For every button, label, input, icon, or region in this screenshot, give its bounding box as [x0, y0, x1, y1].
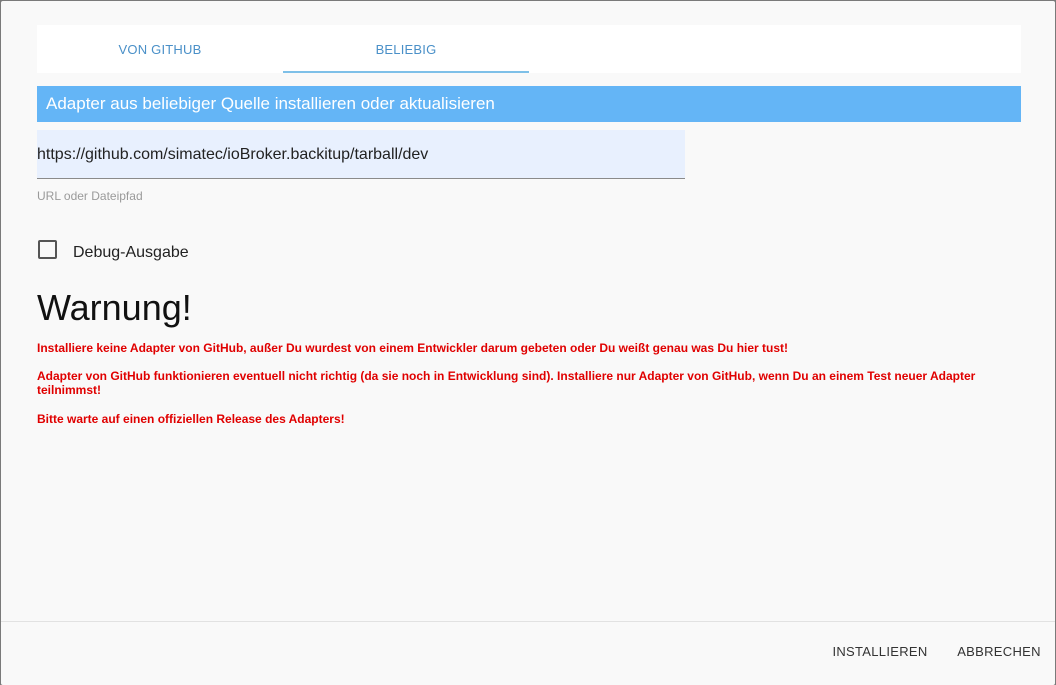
install-dialog: VON GITHUB BELIEBIG Adapter aus beliebig… — [1, 1, 1055, 685]
warning-text-2: Adapter von GitHub funktionieren eventue… — [37, 369, 976, 397]
url-helper-text: URL oder Dateipfad — [37, 189, 143, 203]
url-input[interactable] — [37, 142, 677, 168]
section-title: Adapter aus beliebiger Quelle installier… — [37, 86, 1021, 122]
tab-custom[interactable]: BELIEBIG — [283, 25, 529, 73]
warning-text-3: Bitte warte auf einen offiziellen Releas… — [37, 412, 345, 426]
debug-checkbox[interactable] — [38, 240, 57, 259]
warning-title: Warnung! — [37, 287, 192, 328]
warning-text-1: Installiere keine Adapter von GitHub, au… — [37, 341, 789, 355]
url-field[interactable] — [37, 130, 685, 179]
install-button[interactable]: INSTALLIEREN — [827, 637, 933, 665]
active-tab-indicator — [283, 71, 529, 73]
debug-checkbox-label[interactable]: Debug-Ausgabe — [73, 244, 189, 262]
tab-bar: VON GITHUB BELIEBIG — [37, 25, 1021, 73]
tab-from-github[interactable]: VON GITHUB — [37, 25, 283, 73]
actions-divider — [1, 621, 1055, 622]
cancel-button[interactable]: ABBRECHEN — [951, 637, 1047, 665]
